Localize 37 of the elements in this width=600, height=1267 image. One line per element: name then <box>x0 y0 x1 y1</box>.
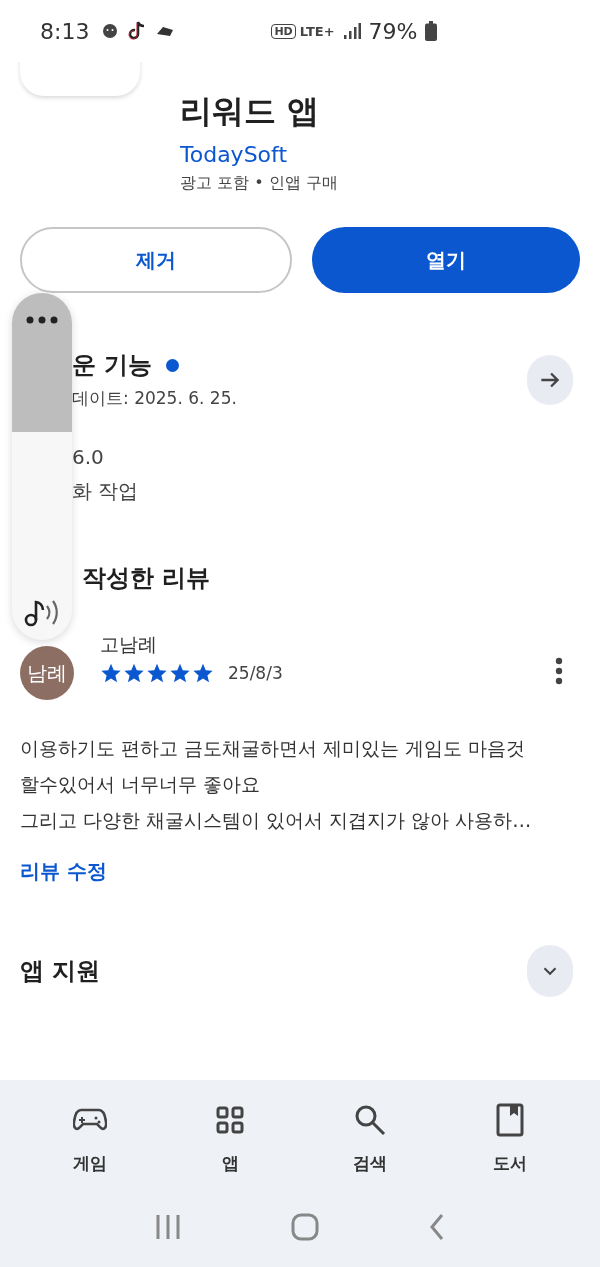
app-title: 리워드 앱 <box>180 91 321 132</box>
more-icon[interactable] <box>555 657 563 685</box>
nav-tab[interactable]: 검색 <box>320 1098 420 1179</box>
update-date: 데이트: 2025. 6. 25. <box>72 387 237 410</box>
uninstall-button[interactable]: 제거 <box>20 227 292 293</box>
search-icon <box>354 1104 386 1136</box>
reviewer-name: 고남례 <box>100 632 158 657</box>
review-date: 25/8/3 <box>228 663 283 683</box>
messenger-icon <box>101 22 120 40</box>
recent-apps-icon[interactable] <box>155 1214 181 1240</box>
signal-icon <box>342 23 361 39</box>
network-type: LTE+ <box>299 23 335 39</box>
open-button[interactable]: 열기 <box>312 227 580 293</box>
gamepad-icon <box>73 1107 107 1133</box>
section-title: 앱 지원 <box>20 956 101 987</box>
nav-tab[interactable]: 앱 <box>180 1098 280 1179</box>
book-icon <box>496 1103 524 1137</box>
status-time: 8:13 <box>40 18 90 44</box>
section-title: 작성한 리뷰 <box>81 563 212 594</box>
apps-grid-icon <box>216 1106 244 1134</box>
battery-icon <box>425 21 438 41</box>
app-info: 광고 포함 • 인앱 구매 <box>180 173 338 194</box>
home-icon[interactable] <box>291 1213 319 1241</box>
nav-tab[interactable]: 도서 <box>460 1098 560 1179</box>
release-note: 6.0 <box>72 444 105 471</box>
review-text: 이용하기도 편하고 금도채굴하면서 제미있는 게임도 마음것 할수있어서 너무너무 좋아요 그리고 다양한 채굴시스템이 있어서 지겹지가 않아 사용하… <box>20 736 533 833</box>
more-icon[interactable] <box>25 315 59 325</box>
release-note: 화 작업 <box>72 478 140 505</box>
arrow-button[interactable] <box>527 354 573 405</box>
back-icon[interactable] <box>429 1213 445 1241</box>
hd-badge: HD <box>271 23 296 39</box>
avatar: 남례 <box>20 646 74 700</box>
section-title: 운 기능 <box>72 350 153 381</box>
edit-review-link[interactable]: 리뷰 수정 <box>20 858 107 885</box>
battery-percent: 79% <box>368 18 418 44</box>
developer-link[interactable]: TodaySoft <box>180 142 338 167</box>
nav-tab[interactable]: 게임 <box>40 1098 140 1179</box>
